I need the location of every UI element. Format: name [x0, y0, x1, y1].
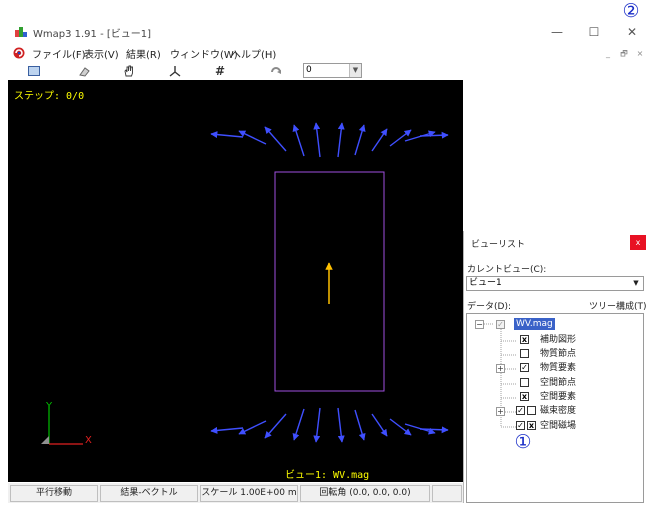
- window-title: Wmap3 1.91 - [ビュー1]: [33, 29, 152, 40]
- tree-collapse-root[interactable]: −: [475, 320, 484, 329]
- field-arrow: [210, 131, 244, 139]
- menu-view[interactable]: 表示(V): [84, 46, 119, 61]
- status-result: 結果-ベクトル: [100, 485, 198, 502]
- axis-y-label: Y: [45, 401, 53, 412]
- checkbox-root[interactable]: ✓: [496, 320, 505, 329]
- field-arrow: [337, 122, 345, 158]
- tree-item-label: 磁束密度: [540, 406, 577, 416]
- field-arrow: [264, 413, 287, 439]
- field-arrow: [371, 128, 388, 152]
- menu-window[interactable]: ウィンドウ(W): [170, 46, 238, 61]
- current-view-value: ビュー1: [469, 278, 502, 288]
- checkbox-space-nodes[interactable]: [520, 378, 529, 387]
- checkbox-material-nodes[interactable]: [520, 349, 529, 358]
- field-arrow: [354, 124, 366, 156]
- frame-icon[interactable]: [23, 62, 45, 79]
- checkbox-space-field-a[interactable]: ✓: [516, 421, 525, 430]
- callout-2: ②: [622, 0, 640, 22]
- checkbox-auxiliary[interactable]: x: [520, 335, 529, 344]
- tree-item-label: 空間磁場: [540, 421, 577, 431]
- tree-item-label: 空間節点: [540, 378, 577, 388]
- tree-root-label[interactable]: WV.mag: [514, 318, 555, 330]
- field-arrow: [337, 407, 345, 443]
- close-button[interactable]: ✕: [617, 22, 647, 42]
- menu-result[interactable]: 結果(R): [126, 46, 161, 61]
- graphics-viewport[interactable]: Y X: [8, 80, 463, 482]
- view-caption: ビュー1: WV.mag: [285, 470, 370, 481]
- axis-origin-marker: [41, 436, 49, 444]
- tree-config-button[interactable]: ツリー構成(T): [589, 299, 647, 312]
- status-empty: [432, 485, 462, 502]
- current-view-label: カレントビュー(C):: [467, 265, 547, 275]
- field-arrow: [264, 126, 287, 152]
- maximize-button[interactable]: ☐: [579, 22, 609, 42]
- axes-icon[interactable]: [164, 62, 186, 79]
- field-arrow: [419, 131, 449, 139]
- step-label: ステップ: 0/0: [14, 91, 85, 102]
- field-arrow: [419, 426, 449, 434]
- field-arrow: [292, 408, 305, 441]
- tree-item-label: 物質要素: [540, 363, 577, 373]
- tree-expand-flux-density[interactable]: +: [496, 407, 505, 416]
- field-arrow: [371, 413, 388, 437]
- hand-icon[interactable]: [118, 62, 140, 79]
- axis-x-label: X: [85, 435, 92, 446]
- field-arrow: [389, 418, 412, 436]
- rotate-icon[interactable]: [265, 62, 287, 79]
- checkbox-flux-density-b[interactable]: [527, 406, 536, 415]
- field-arrow: [210, 426, 244, 434]
- view-list-title: ビューリスト: [471, 240, 526, 250]
- app-icon: [14, 24, 28, 38]
- tree-expand-material-elements[interactable]: +: [496, 364, 505, 373]
- status-scale: スケール 1.00E+00 m: [200, 485, 298, 502]
- checkbox-material-elements[interactable]: ✓: [520, 363, 529, 372]
- field-arrow: [292, 124, 305, 157]
- field-arrow: [389, 129, 412, 147]
- current-view-select[interactable]: ビュー1 ▼: [466, 276, 644, 291]
- eraser-icon[interactable]: [73, 62, 95, 79]
- minimize-button[interactable]: —: [542, 22, 572, 42]
- menu-help[interactable]: ヘルプ(H): [231, 46, 276, 61]
- chevron-down-icon[interactable]: ▼: [349, 64, 361, 77]
- tree-item-label: 補助図形: [540, 335, 577, 345]
- scene-canvas: Y X: [41, 122, 449, 446]
- checkbox-flux-density-a[interactable]: ✓: [516, 406, 525, 415]
- checkbox-space-field-b[interactable]: x: [527, 421, 536, 430]
- checkbox-space-elements[interactable]: x: [520, 392, 529, 401]
- callout-1: ①: [514, 431, 532, 453]
- field-arrow: [313, 407, 321, 443]
- mdi-restore-button[interactable]: 🗗: [617, 48, 631, 60]
- status-rotation: 回転角 (0.0, 0.0, 0.0): [300, 485, 430, 502]
- mdi-minimize-button[interactable]: _: [601, 48, 615, 60]
- grid-icon[interactable]: #: [209, 62, 231, 79]
- field-arrow: [238, 420, 267, 435]
- data-tree[interactable]: − ✓ WV.mag x 補助図形 物質節点 + ✓ 物質要素 空間節点 x 空…: [466, 313, 644, 503]
- status-mode: 平行移動: [10, 485, 98, 502]
- zoom-select[interactable]: 0 ▼: [303, 63, 362, 78]
- menu-file[interactable]: ファイル(F): [32, 46, 86, 61]
- field-arrow: [404, 423, 436, 435]
- field-arrow: [404, 130, 436, 142]
- field-arrow: [238, 130, 267, 145]
- field-arrow: [354, 409, 366, 441]
- view-list-close-button[interactable]: x: [630, 235, 646, 250]
- mdi-close-button[interactable]: ×: [633, 48, 647, 60]
- tree-item-label: 物質節点: [540, 349, 577, 359]
- tree-item-label: 空間要素: [540, 392, 577, 402]
- chevron-down-icon[interactable]: ▼: [630, 278, 642, 289]
- document-icon[interactable]: [13, 47, 25, 59]
- field-arrow: [313, 122, 321, 158]
- zoom-value: 0: [306, 65, 312, 75]
- data-label: データ(D):: [467, 302, 511, 312]
